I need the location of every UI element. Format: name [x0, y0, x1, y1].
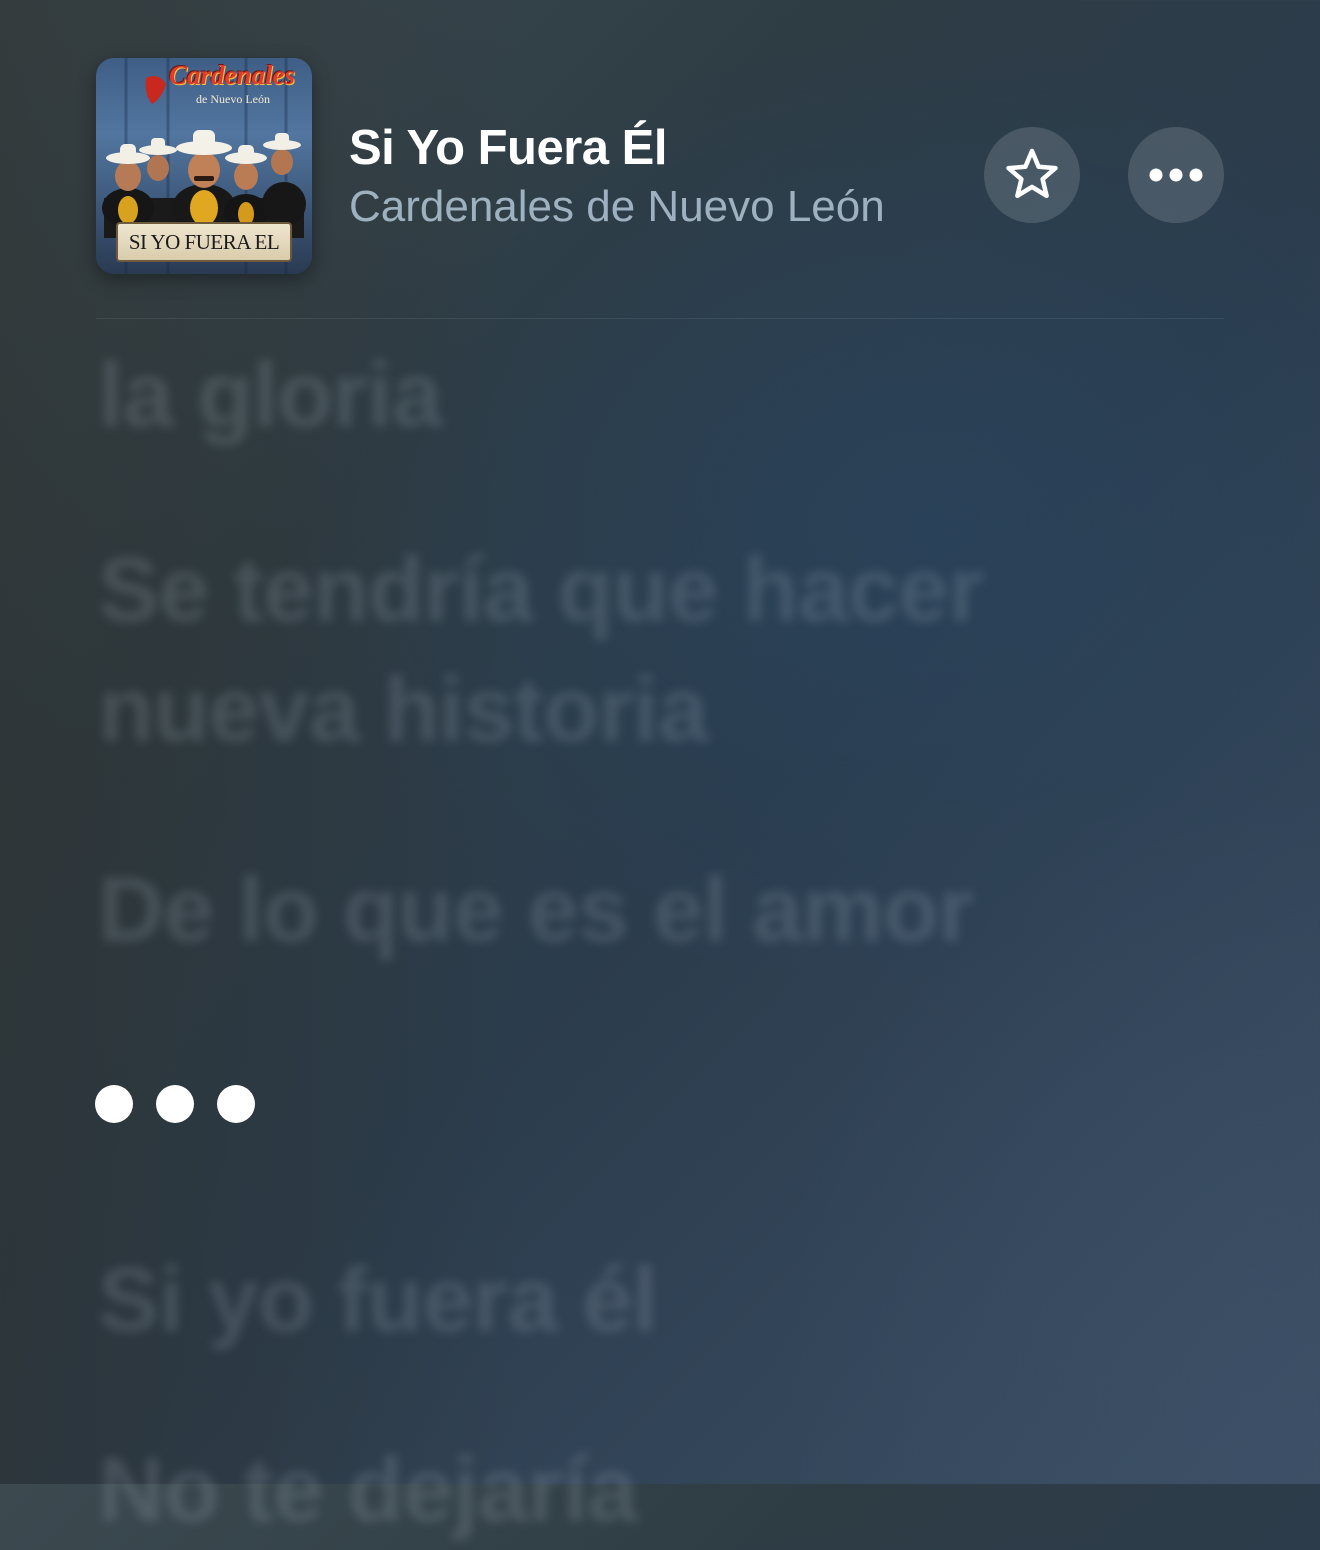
star-icon — [1006, 148, 1058, 199]
indicator-dot — [217, 1085, 255, 1123]
lyric-line[interactable]: De lo que es el amor — [98, 850, 1218, 970]
artwork-logo-subtext: de Nuevo León — [196, 92, 270, 106]
album-artwork[interactable]: Cardenales de Nuevo León SI YO FUERA EL — [96, 58, 312, 274]
indicator-dot — [95, 1085, 133, 1123]
lyric-line[interactable]: Si yo fuera él — [98, 1240, 1218, 1360]
indicator-dot — [156, 1085, 194, 1123]
lyric-line[interactable]: Se tendría que hacer — [98, 530, 1218, 650]
header-divider — [96, 318, 1224, 319]
instrumental-break-indicator — [95, 1085, 255, 1123]
lyric-line[interactable]: la gloria — [98, 335, 1218, 455]
artist-name[interactable]: Cardenales de Nuevo León — [349, 182, 885, 232]
lyric-line[interactable]: No te dejaría — [98, 1430, 1218, 1550]
artwork-logo-text: Cardenales — [168, 60, 295, 90]
more-options-button[interactable] — [1128, 127, 1224, 223]
ellipsis-icon — [1149, 168, 1203, 182]
song-title: Si Yo Fuera Él — [349, 121, 667, 175]
lyric-line[interactable]: nueva historia — [98, 650, 1218, 770]
now-playing-header: Cardenales de Nuevo León SI YO FUERA EL … — [0, 0, 1320, 300]
artwork-plaque: SI YO FUERA EL — [116, 222, 292, 262]
favorite-button[interactable] — [984, 127, 1080, 223]
